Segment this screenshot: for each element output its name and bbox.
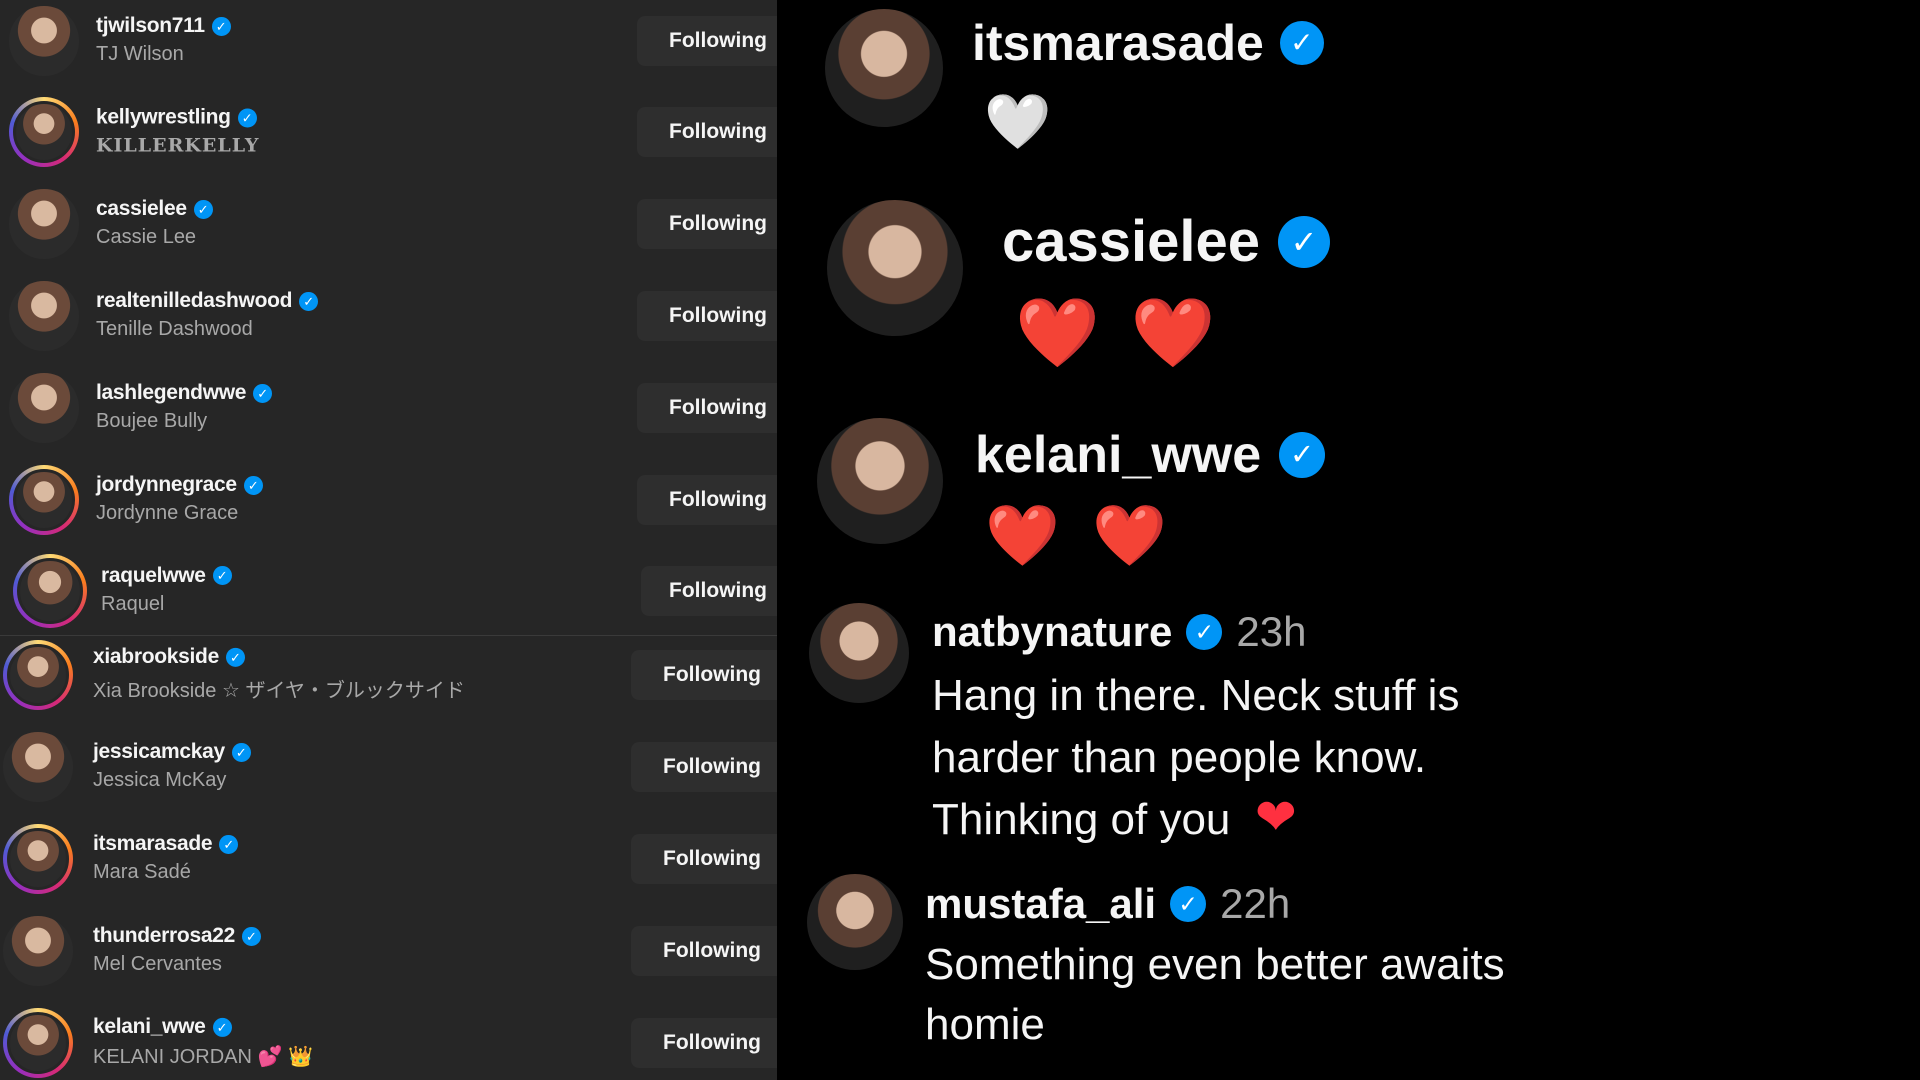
full-name: Boujee Bully <box>96 409 208 432</box>
comment-text-line: homie <box>925 1000 1045 1049</box>
following-button[interactable]: Following <box>641 565 777 616</box>
following-button[interactable]: Following <box>637 291 777 341</box>
avatar[interactable] <box>9 6 79 76</box>
full-name: Jessica McKay <box>93 768 227 791</box>
verified-badge-icon: ✓ <box>299 291 319 311</box>
verified-badge-icon: ✓ <box>211 16 231 36</box>
verified-badge-icon: ✓ <box>219 834 239 854</box>
list-item[interactable]: jessicamckay ✓ Jessica McKay Following <box>0 721 777 813</box>
following-button[interactable]: Following <box>631 650 777 700</box>
following-button[interactable]: Following <box>631 834 777 884</box>
comment-timestamp: 22h <box>1220 880 1291 927</box>
list-item[interactable]: itsmarasade ✓ Mara Sadé Following <box>0 813 777 905</box>
avatar[interactable] <box>3 640 73 710</box>
full-name: Cassie Lee <box>96 225 197 248</box>
full-name: Tenille Dashwood <box>96 317 253 340</box>
avatar[interactable] <box>3 916 73 986</box>
following-button[interactable]: Following <box>637 107 777 157</box>
avatar[interactable] <box>9 373 79 443</box>
two-hearts-emoji: 💕 <box>257 1045 283 1068</box>
following-list-panel: tjwilson711 ✓ TJ Wilson Following kellywr… <box>0 0 777 1080</box>
list-item[interactable]: xiabrookside ✓ Xia Brookside ☆ ザイヤ・ブルックサイ… <box>0 629 777 721</box>
avatar[interactable] <box>3 732 73 802</box>
verified-badge-icon: ✓ <box>1170 886 1207 922</box>
username[interactable]: cassielee <box>96 197 187 221</box>
verified-badge-icon: ✓ <box>237 107 257 127</box>
commenter-avatar[interactable] <box>807 874 903 970</box>
list-item[interactable]: jordynnegrace ✓ Jordynne Grace Following <box>0 454 777 546</box>
following-button[interactable]: Following <box>637 383 777 433</box>
commenter-username[interactable]: mustafa_ali <box>925 880 1156 928</box>
username[interactable]: jessicamckay <box>93 740 225 764</box>
avatar[interactable] <box>9 189 79 259</box>
list-item[interactable]: raquelwwe ✓ Raquel Following <box>0 546 777 636</box>
following-button[interactable]: Following <box>637 16 777 66</box>
comment: mustafa_ali ✓ 22h Something even better … <box>777 0 1920 1070</box>
username[interactable]: kelani_wwe <box>93 1015 206 1039</box>
following-button[interactable]: Following <box>631 926 777 976</box>
username[interactable]: itsmarasade <box>93 832 213 856</box>
list-item[interactable]: realtenilledashwood ✓ Tenille Dashwood Fo… <box>0 270 777 362</box>
crown-emoji: 👑 <box>287 1045 313 1068</box>
following-button[interactable]: Following <box>637 199 777 249</box>
list-item[interactable]: tjwilson711 ✓ TJ Wilson Following <box>0 0 777 87</box>
following-button[interactable]: Following <box>637 475 777 525</box>
list-item[interactable]: kelani_wwe ✓ KELANI JORDAN 💕 👑 Following <box>0 997 777 1080</box>
full-name-text: KELANI JORDAN <box>93 1045 252 1068</box>
full-name: Mel Cervantes <box>93 952 222 975</box>
username[interactable]: lashlegendwwe <box>96 381 246 405</box>
verified-badge-icon: ✓ <box>243 475 263 495</box>
avatar[interactable] <box>9 465 79 535</box>
following-button[interactable]: Following <box>631 742 777 792</box>
full-name: Raquel <box>101 592 165 615</box>
username[interactable]: tjwilson711 <box>96 14 205 38</box>
full-name: Jordynne Grace <box>96 501 239 524</box>
verified-badge-icon: ✓ <box>225 647 245 667</box>
verified-badge-icon: ✓ <box>253 383 273 403</box>
avatar[interactable] <box>3 824 73 894</box>
full-name: Xia Brookside ☆ ザイヤ・ブルックサイド <box>93 679 465 702</box>
username[interactable]: xiabrookside <box>93 645 219 669</box>
full-name: TJ Wilson <box>96 42 184 65</box>
avatar[interactable] <box>13 553 87 628</box>
comment-text-line: Something even better awaits <box>925 940 1505 989</box>
full-name: KILLERKELLY <box>96 134 260 157</box>
verified-badge-icon: ✓ <box>212 565 232 585</box>
username[interactable]: raquelwwe <box>101 563 206 587</box>
username[interactable]: thunderrosa22 <box>93 924 235 948</box>
verified-badge-icon: ✓ <box>193 199 213 219</box>
following-button[interactable]: Following <box>631 1018 777 1068</box>
list-item[interactable]: thunderrosa22 ✓ Mel Cervantes Following <box>0 905 777 997</box>
username[interactable]: jordynnegrace <box>96 473 237 497</box>
username[interactable]: kellywrestling <box>96 105 231 129</box>
list-item[interactable]: lashlegendwwe ✓ Boujee Bully Following <box>0 362 777 454</box>
verified-badge-icon: ✓ <box>212 1017 232 1037</box>
verified-badge-icon: ✓ <box>231 742 251 762</box>
username[interactable]: realtenilledashwood <box>96 289 292 313</box>
avatar[interactable] <box>3 1008 73 1078</box>
list-item[interactable]: kellywrestling ✓ KILLERKELLY Following <box>0 86 777 178</box>
verified-badge-icon: ✓ <box>241 926 261 946</box>
list-item[interactable]: cassielee ✓ Cassie Lee Following <box>0 178 777 270</box>
avatar[interactable] <box>9 97 79 167</box>
full-name: Mara Sadé <box>93 860 191 883</box>
full-name: KELANI JORDAN 💕 👑 <box>93 1044 313 1069</box>
comments-panel: itsmarasade ✓ 🤍 cassielee ✓ ❤️ ❤️ kelani… <box>777 0 1920 1080</box>
avatar[interactable] <box>9 281 79 351</box>
